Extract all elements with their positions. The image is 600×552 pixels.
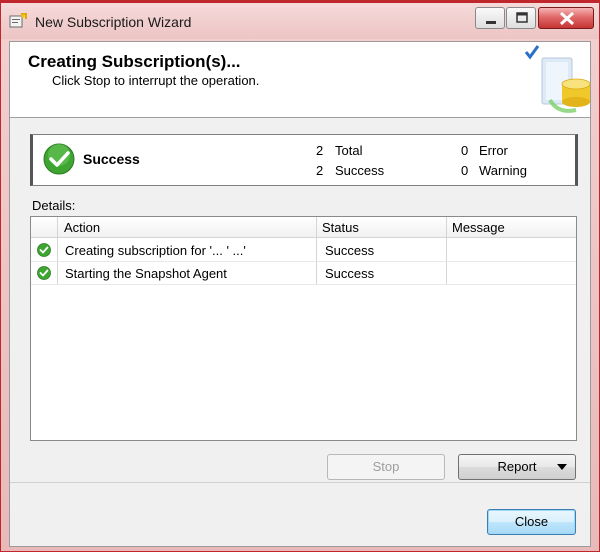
- close-button-label: Close: [514, 514, 549, 529]
- report-button[interactable]: Report: [458, 454, 576, 480]
- warning-label: Warning: [479, 163, 527, 178]
- window-title: New Subscription Wizard: [35, 14, 192, 30]
- row-action: Starting the Snapshot Agent: [65, 266, 227, 281]
- minimize-button[interactable]: [475, 7, 505, 29]
- success-count: 2: [316, 163, 324, 178]
- error-count: 0: [461, 143, 469, 158]
- stop-button[interactable]: Stop: [327, 454, 445, 480]
- error-label: Error: [479, 143, 508, 158]
- page-title: Creating Subscription(s)...: [28, 52, 241, 71]
- table-row[interactable]: Creating subscription for '... ' ...' Su…: [31, 239, 576, 262]
- total-count: 2: [316, 143, 324, 158]
- column-header-status[interactable]: Status: [322, 220, 359, 235]
- database-checkmark-icon: [524, 45, 591, 113]
- table-header: Action Status Message: [31, 217, 576, 238]
- column-header-action[interactable]: Action: [64, 220, 100, 235]
- dropdown-arrow-icon: [557, 464, 567, 470]
- success-icon: [37, 266, 51, 280]
- close-button[interactable]: Close: [487, 509, 576, 535]
- success-label: Success: [335, 163, 385, 178]
- title-bar[interactable]: New Subscription Wizard: [1, 3, 599, 39]
- warning-count: 0: [461, 163, 469, 178]
- wizard-header: Creating Subscription(s)... Click Stop t…: [10, 42, 591, 118]
- footer-divider: [10, 482, 590, 483]
- report-button-label: Report: [497, 459, 537, 474]
- close-window-button[interactable]: [538, 7, 594, 29]
- success-check-icon: [43, 143, 75, 175]
- minimize-icon: [486, 21, 496, 24]
- summary-status: Success: [83, 151, 140, 167]
- row-status: Success: [325, 266, 375, 281]
- total-label: Total: [335, 143, 363, 158]
- success-icon: [37, 243, 51, 257]
- table-row[interactable]: Starting the Snapshot Agent Success: [31, 262, 576, 285]
- maximize-icon: [516, 12, 528, 23]
- close-icon: [559, 11, 575, 26]
- row-action: Creating subscription for '... ' ...': [65, 243, 246, 258]
- details-table[interactable]: Action Status Message Creating subscript…: [30, 216, 577, 441]
- summary-panel: Success 2 Total 2 Success 0 Error 0 Warn…: [30, 134, 578, 186]
- maximize-button[interactable]: [506, 7, 536, 29]
- page-subtitle: Click Stop to interrupt the operation.: [52, 73, 260, 88]
- wizard-app-icon: [9, 13, 27, 28]
- wizard-client-area: Creating Subscription(s)... Click Stop t…: [9, 41, 591, 547]
- details-label: Details:: [32, 198, 76, 213]
- stop-button-label: Stop: [372, 459, 400, 474]
- column-header-message[interactable]: Message: [452, 220, 505, 235]
- row-status: Success: [325, 243, 375, 258]
- wizard-window: New Subscription Wizard Creating Subscri…: [0, 0, 600, 552]
